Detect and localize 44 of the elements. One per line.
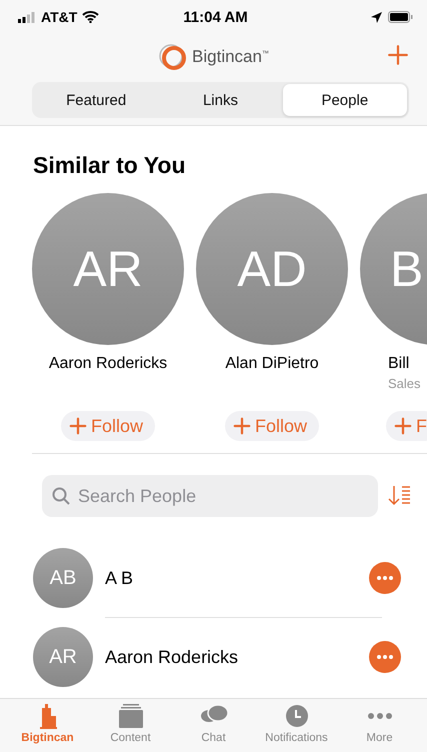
plus-icon [232, 417, 251, 435]
section-title: Similar to You [33, 152, 187, 179]
signal-icon [18, 12, 36, 22]
ellipsis-icon [376, 576, 394, 580]
follow-button[interactable]: F [386, 411, 427, 441]
carrier: AT&T [41, 9, 78, 25]
avatar: AD [196, 193, 348, 345]
avatar: AR [33, 627, 93, 687]
person-name: Aaron Rodericks [105, 646, 240, 668]
battery-icon [388, 11, 414, 23]
status-time: 11:04 AM [183, 8, 248, 26]
segment-tab[interactable]: Links [158, 84, 283, 116]
search-icon [52, 487, 70, 505]
person-name: Bill [388, 355, 410, 373]
person-name: Alan DiPietro [225, 355, 319, 373]
follow-button[interactable]: Follow [224, 411, 319, 441]
person-name: Aaron Rodericks [48, 355, 168, 373]
logo-text: Bigtincan$^{™}$ [192, 47, 269, 67]
tab-bar-item[interactable]: Notifications [255, 703, 338, 752]
more-button[interactable] [369, 641, 401, 673]
person-role: Sales [388, 376, 421, 391]
segment-tab[interactable]: People [282, 84, 407, 116]
location-icon [371, 12, 382, 22]
avatar: AR [32, 193, 184, 345]
avatar: AB [33, 548, 93, 608]
tab-bar-item[interactable]: Chat [172, 703, 255, 752]
tab-bar-item[interactable]: Content [89, 703, 172, 752]
tab-bar-item[interactable]: Bigtincan [6, 703, 89, 752]
more-icon [368, 713, 392, 719]
more-button[interactable] [369, 562, 401, 594]
plus-icon [394, 417, 412, 435]
segment-tab[interactable]: Featured [34, 84, 158, 116]
follow-button[interactable]: Follow [60, 411, 155, 441]
search-field[interactable]: Search People [42, 475, 378, 517]
search-input[interactable]: Search People [76, 484, 378, 508]
plus-icon [387, 44, 409, 66]
person-name: A B [105, 568, 134, 588]
sort-icon[interactable] [388, 485, 412, 507]
tab-bar-item[interactable]: More [338, 703, 421, 752]
logo-icon [158, 42, 188, 72]
ellipsis-icon [376, 655, 394, 659]
wifi-icon [82, 11, 100, 23]
avatar: B [360, 193, 427, 345]
plus-icon [68, 417, 87, 435]
